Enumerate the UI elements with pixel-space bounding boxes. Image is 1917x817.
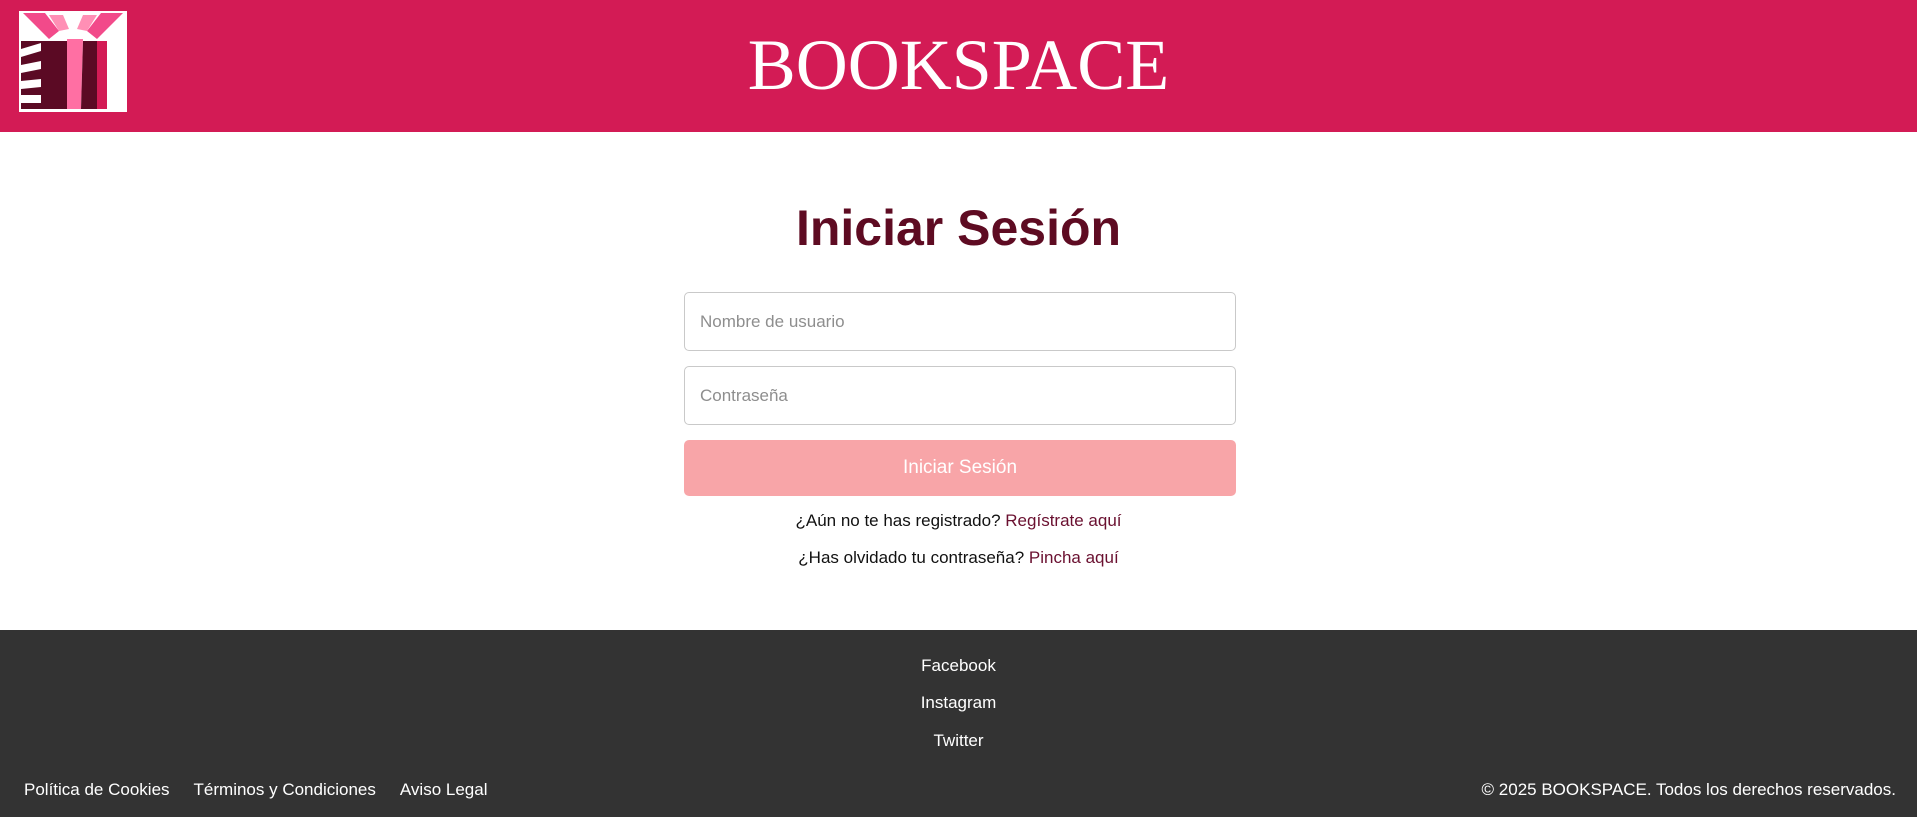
social-item-instagram: Instagram <box>0 692 1917 714</box>
password-input[interactable] <box>684 366 1236 425</box>
register-prompt-text: ¿Aún no te has registrado? <box>795 511 1001 530</box>
register-link[interactable]: Regístrate aquí <box>1005 511 1121 530</box>
forgot-password-link[interactable]: Pincha aquí <box>1029 548 1119 567</box>
forgot-password-prompt: ¿Has olvidado tu contraseña? Pincha aquí <box>0 547 1917 569</box>
forgot-password-text: ¿Has olvidado tu contraseña? <box>798 548 1025 567</box>
site-header: BOOKSPACE <box>0 0 1917 132</box>
legal-notice-link[interactable]: Aviso Legal <box>400 779 488 801</box>
social-item-facebook: Facebook <box>0 655 1917 677</box>
instagram-link[interactable]: Instagram <box>921 693 997 712</box>
terms-link[interactable]: Términos y Condiciones <box>194 779 376 801</box>
site-title: BOOKSPACE <box>747 25 1170 105</box>
facebook-link[interactable]: Facebook <box>921 656 996 675</box>
page-title: Iniciar Sesión <box>795 200 1122 256</box>
login-section: Iniciar Sesión Iniciar Sesión ¿Aún no te… <box>0 132 1917 630</box>
cookies-policy-link[interactable]: Política de Cookies <box>24 779 170 801</box>
site-footer: Facebook Instagram Twitter Política de C… <box>0 630 1917 817</box>
login-button[interactable]: Iniciar Sesión <box>684 440 1236 496</box>
username-input[interactable] <box>684 292 1236 351</box>
twitter-link[interactable]: Twitter <box>933 731 983 750</box>
legal-links: Política de Cookies Términos y Condicion… <box>24 779 487 801</box>
copyright-text: © 2025 BOOKSPACE. Todos los derechos res… <box>1481 780 1896 799</box>
social-item-twitter: Twitter <box>0 730 1917 752</box>
register-prompt: ¿Aún no te has registrado? Regístrate aq… <box>0 510 1917 532</box>
